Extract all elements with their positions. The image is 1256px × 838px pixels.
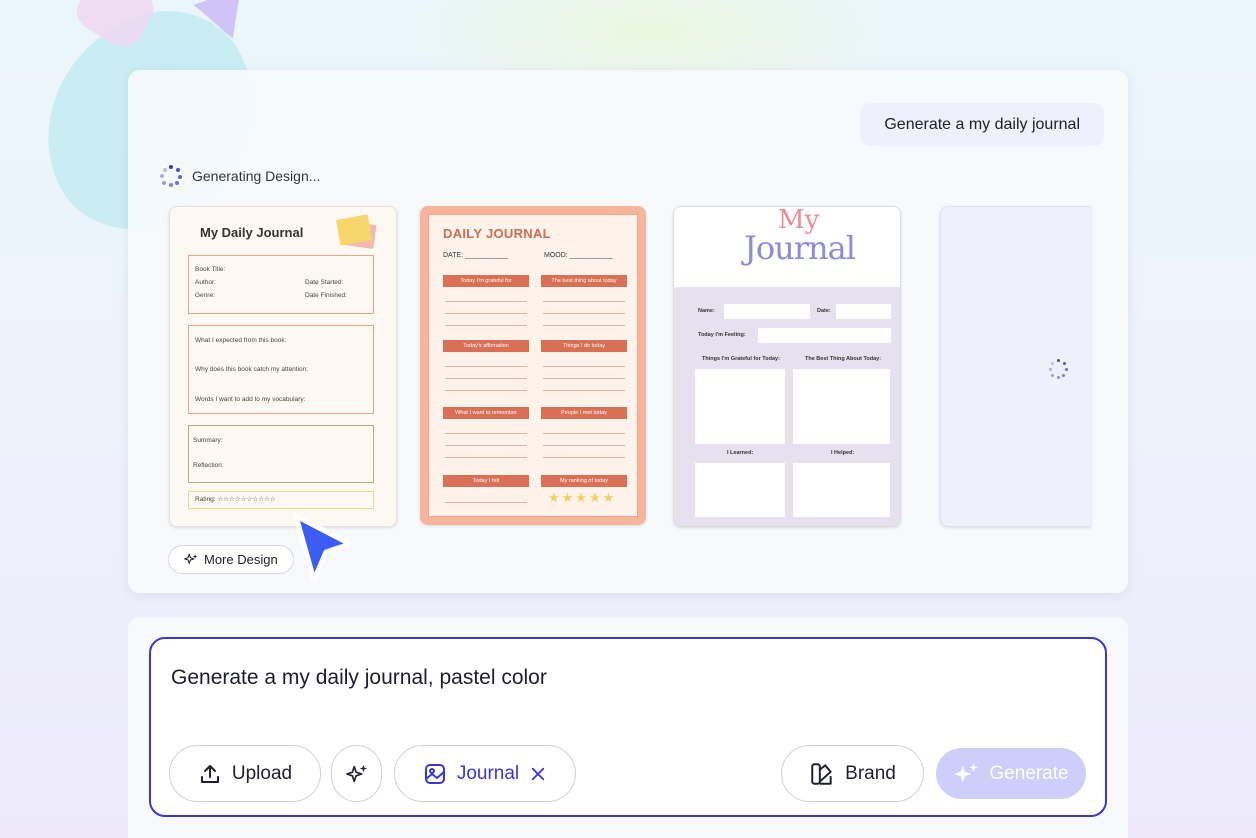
- design-card-loading: [940, 206, 1091, 527]
- design-card-my-journal[interactable]: My Journal Name: Date: Today I'm Feeling…: [673, 206, 901, 527]
- card-title-journal: Journal: [744, 229, 856, 267]
- field-label: Author:: [195, 279, 216, 286]
- generate-button[interactable]: Generate: [936, 748, 1086, 799]
- composer-panel: Generate a my daily journal, pastel colo…: [128, 617, 1128, 838]
- upload-button[interactable]: Upload: [169, 745, 321, 802]
- rating-stars: ★★★★★: [548, 490, 617, 505]
- rating-text: Rating: ☆☆☆☆☆☆☆☆☆☆: [195, 496, 276, 503]
- pointer-cursor-icon: [293, 513, 353, 583]
- field-label: Date:: [817, 308, 831, 314]
- section-bar: Today I felt: [443, 475, 529, 487]
- section-bar: Today I'm grateful for: [443, 275, 529, 287]
- section-bar: The best thing about today: [541, 275, 627, 287]
- field-label: I Helped:: [831, 450, 855, 456]
- field-label: Date Finished:: [305, 292, 347, 299]
- field-label: Date Started:: [305, 279, 344, 286]
- generate-label: Generate: [989, 762, 1069, 784]
- close-icon[interactable]: [529, 765, 547, 783]
- brand-button[interactable]: Brand: [781, 745, 924, 802]
- design-card-daily-journal[interactable]: DAILY JOURNAL DATE: ___________ MOOD: __…: [420, 206, 646, 525]
- sparkle-icon: [345, 764, 367, 782]
- image-template-icon: [424, 763, 445, 784]
- field-label: I Learned:: [727, 450, 754, 456]
- mood-label: MOOD: ___________: [544, 252, 613, 259]
- field-label: Book Title:: [195, 266, 226, 273]
- prompt-input-text[interactable]: Generate a my daily journal, pastel colo…: [171, 666, 547, 690]
- section-bar: Today's affirmation: [443, 340, 529, 352]
- design-card-book-journal[interactable]: My Daily Journal Book Title: Author: Gen…: [169, 206, 397, 527]
- card-title: DAILY JOURNAL: [443, 226, 551, 241]
- field-label: What I expected from this book:: [195, 337, 287, 344]
- card-title: My Daily Journal: [200, 225, 304, 240]
- field-label: Things I'm Grateful for Today:: [702, 356, 780, 362]
- brand-kit-icon: [811, 762, 832, 785]
- status-text: Generating Design...: [192, 168, 321, 184]
- summary-box: Summary: Reflection:: [188, 425, 374, 483]
- field-label: Today I'm Feeling:: [698, 332, 746, 338]
- brand-label: Brand: [845, 762, 896, 784]
- upload-icon: [200, 764, 219, 783]
- field-label: Words I want to add to my vocabulary:: [195, 396, 306, 403]
- section-bar: What I want to remember: [443, 407, 529, 419]
- loading-spinner-icon: [160, 165, 182, 187]
- sticky-note-icon: [335, 214, 373, 246]
- more-design-button[interactable]: More Design: [168, 545, 294, 574]
- sparkle-icon: [954, 762, 979, 783]
- field-label: The Best Thing About Today:: [805, 356, 882, 362]
- sparkle-icon: [184, 553, 198, 564]
- prompt-input[interactable]: Generate a my daily journal, pastel colo…: [149, 637, 1107, 817]
- section-bar: People I met today: [541, 407, 627, 419]
- field-label: Genre:: [195, 292, 215, 299]
- rating-box: Rating: ☆☆☆☆☆☆☆☆☆☆: [188, 491, 374, 509]
- upload-label: Upload: [231, 762, 293, 784]
- journal-tag-label: Journal: [456, 762, 520, 784]
- section-bar: My ranking of today: [541, 475, 627, 487]
- magic-enhance-button[interactable]: [331, 745, 382, 802]
- section-bar: Things I do today: [541, 340, 627, 352]
- book-info-box: Book Title: Author: Genre: Date Started:…: [188, 255, 374, 314]
- loading-spinner-icon: [1049, 359, 1069, 379]
- more-design-label: More Design: [204, 552, 278, 567]
- expectation-box: What I expected from this book: Why does…: [188, 325, 374, 414]
- field-label: Reflection:: [193, 462, 224, 469]
- field-label: Name:: [698, 308, 715, 314]
- results-panel: Generate a my daily journal Generating D…: [128, 70, 1128, 593]
- field-label: Why does this book catch my attention:: [195, 366, 309, 373]
- prompt-bubble: Generate a my daily journal: [860, 103, 1104, 146]
- generating-status: Generating Design...: [160, 165, 320, 187]
- field-label: Summary:: [193, 437, 223, 444]
- date-label: DATE: ___________: [443, 252, 508, 259]
- journal-tag-chip[interactable]: Journal: [394, 745, 576, 802]
